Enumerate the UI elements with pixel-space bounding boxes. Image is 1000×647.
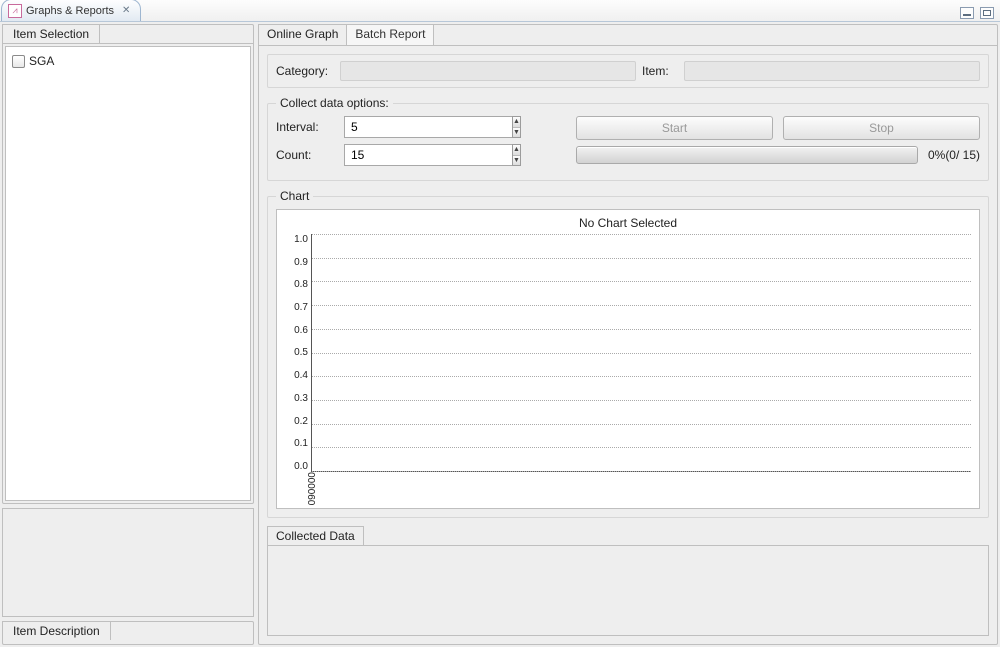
item-selection-tab[interactable]: Item Selection xyxy=(2,24,100,43)
right-panel: Online Graph Batch Report Category: Item… xyxy=(258,24,998,645)
options-inputs: Interval: ▲ ▼ Count: xyxy=(276,116,566,172)
checkbox-icon[interactable] xyxy=(12,55,25,68)
chart-legend: Chart xyxy=(276,189,313,203)
online-graph-body: Category: Item: Collect data options: In… xyxy=(259,45,997,644)
view-tab-label: Graphs & Reports xyxy=(26,5,114,17)
tab-online-graph[interactable]: Online Graph xyxy=(258,24,347,45)
collect-data-options-legend: Collect data options: xyxy=(276,96,393,110)
y-tick-label: 0.8 xyxy=(294,279,308,290)
gridline xyxy=(312,234,971,235)
interval-row: Interval: ▲ ▼ xyxy=(276,116,566,138)
item-selection-tab-label: Item Selection xyxy=(13,27,89,41)
maximize-button[interactable] xyxy=(980,7,994,19)
run-controls: Start Stop 0%(0/ 15) xyxy=(576,116,980,164)
chevron-up-icon[interactable]: ▲ xyxy=(513,145,520,155)
x-axis-ticks: 090000 xyxy=(311,472,971,508)
chart-icon: ⩘ xyxy=(8,4,22,18)
item-selection-panel: Item Selection SGA xyxy=(2,24,254,504)
y-tick-label: 0.7 xyxy=(294,302,308,313)
tab-batch-report-label: Batch Report xyxy=(355,27,425,41)
gridline xyxy=(312,424,971,425)
collect-data-options-group: Collect data options: Interval: ▲ ▼ xyxy=(267,96,989,181)
y-tick-label: 0.3 xyxy=(294,393,308,404)
count-field[interactable] xyxy=(344,144,512,166)
category-item-row: Category: Item: xyxy=(267,54,989,88)
count-row: Count: ▲ ▼ xyxy=(276,144,566,166)
y-tick-label: 0.4 xyxy=(294,370,308,381)
x-axis: 090000 xyxy=(285,472,971,508)
gridline xyxy=(312,400,971,401)
y-tick-label: 0.2 xyxy=(294,416,308,427)
left-middle-panel xyxy=(2,508,254,617)
view-tabstrip: ⩘ Graphs & Reports ✕ xyxy=(0,0,1000,22)
count-spinner: ▲ ▼ xyxy=(512,144,521,166)
y-tick-label: 1.0 xyxy=(294,234,308,245)
collected-data-body xyxy=(267,545,989,636)
left-column: Item Selection SGA Item Description xyxy=(2,24,254,645)
collected-data-tab[interactable]: Collected Data xyxy=(267,526,364,545)
item-description-tab-label: Item Description xyxy=(13,624,100,638)
gridline xyxy=(312,376,971,377)
chart-title: No Chart Selected xyxy=(285,214,971,234)
minimize-button[interactable] xyxy=(960,7,974,19)
collected-data-tab-label: Collected Data xyxy=(276,529,355,543)
workspace: Item Selection SGA Item Description xyxy=(0,22,1000,647)
stop-button[interactable]: Stop xyxy=(783,116,980,140)
item-value[interactable] xyxy=(684,61,980,81)
chevron-down-icon[interactable]: ▼ xyxy=(513,155,520,166)
gridline xyxy=(312,447,971,448)
y-axis: 1.0 0.9 0.8 0.7 0.6 0.5 0.4 0.3 0.2 0.1 0.0 xyxy=(285,234,311,472)
item-label: Item: xyxy=(642,64,678,78)
tab-batch-report[interactable]: Batch Report xyxy=(347,24,434,45)
x-tick-label: 090000 xyxy=(307,472,318,505)
y-tick-label: 0.5 xyxy=(294,347,308,358)
category-value[interactable] xyxy=(340,61,636,81)
count-input[interactable]: ▲ ▼ xyxy=(344,144,484,166)
y-tick-label: 0.0 xyxy=(294,461,308,472)
close-icon[interactable]: ✕ xyxy=(122,5,130,16)
collected-data-section: Collected Data xyxy=(267,526,989,636)
tab-online-graph-label: Online Graph xyxy=(267,27,338,41)
count-label: Count: xyxy=(276,148,336,162)
item-description-tab[interactable]: Item Description xyxy=(2,621,111,640)
right-tabstrip: Online Graph Batch Report xyxy=(259,25,997,45)
item-description-panel: Item Description xyxy=(2,621,254,645)
y-tick-label: 0.9 xyxy=(294,257,308,268)
category-label: Category: xyxy=(276,64,334,78)
chart-group: Chart No Chart Selected 1.0 0.9 0.8 0.7 0.6 0… xyxy=(267,189,989,518)
view-tab-graphs-reports[interactable]: ⩘ Graphs & Reports ✕ xyxy=(1,0,141,21)
gridline xyxy=(312,258,971,259)
gridline xyxy=(312,329,971,330)
y-tick-label: 0.6 xyxy=(294,325,308,336)
y-tick-label: 0.1 xyxy=(294,438,308,449)
plot-area: 1.0 0.9 0.8 0.7 0.6 0.5 0.4 0.3 0.2 0.1 0.0 xyxy=(285,234,971,472)
gridline xyxy=(312,281,971,282)
tree-item-sga[interactable]: SGA xyxy=(12,53,244,69)
interval-field[interactable] xyxy=(344,116,512,138)
interval-label: Interval: xyxy=(276,120,336,134)
gridline xyxy=(312,353,971,354)
chart-grid xyxy=(311,234,971,472)
chart-surface: No Chart Selected 1.0 0.9 0.8 0.7 0.6 0.5 0.4 0… xyxy=(276,209,980,509)
interval-spinner: ▲ ▼ xyxy=(512,116,521,138)
gridline xyxy=(312,305,971,306)
interval-input[interactable]: ▲ ▼ xyxy=(344,116,484,138)
view-window-controls xyxy=(960,7,1000,21)
progress-text: 0%(0/ 15) xyxy=(928,148,980,162)
chevron-down-icon[interactable]: ▼ xyxy=(513,127,520,138)
item-selection-tree[interactable]: SGA xyxy=(5,46,251,501)
start-button[interactable]: Start xyxy=(576,116,773,140)
tree-item-label: SGA xyxy=(29,54,54,68)
chevron-up-icon[interactable]: ▲ xyxy=(513,117,520,127)
progress-bar xyxy=(576,146,918,164)
